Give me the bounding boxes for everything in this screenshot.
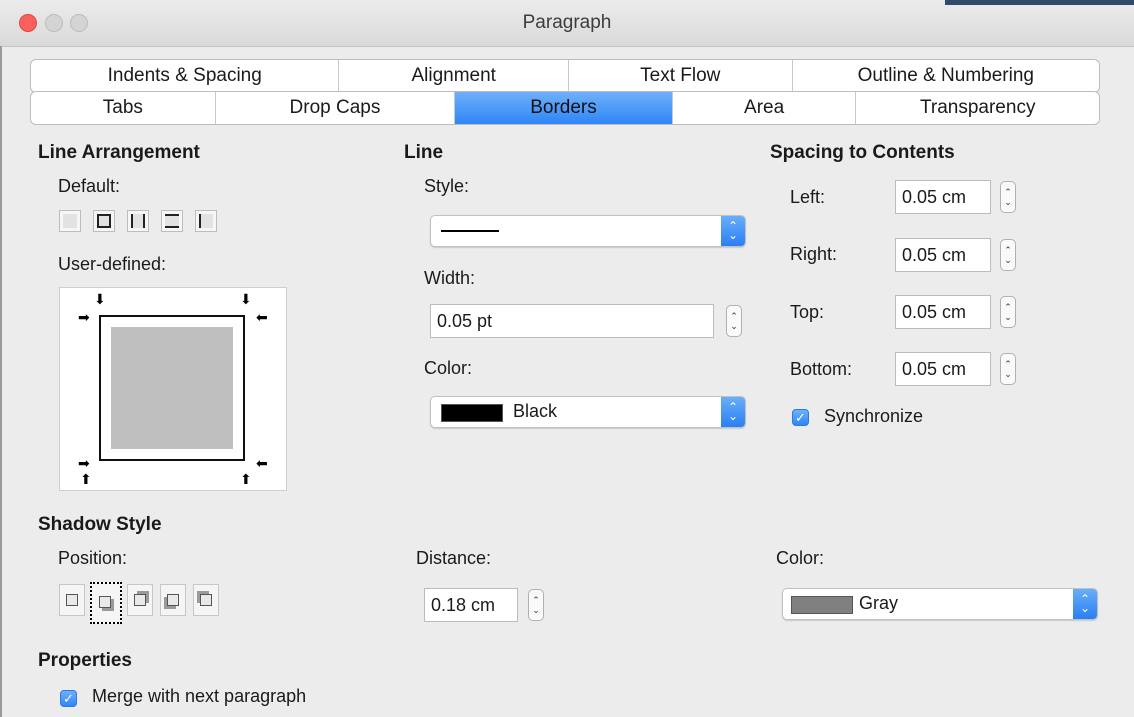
properties-heading: Properties bbox=[38, 650, 132, 671]
spacing-top-field[interactable]: 0.05 cm bbox=[895, 295, 991, 329]
spacing-left-field[interactable]: 0.05 cm bbox=[895, 180, 991, 214]
arrow-down-icon: ⬇ bbox=[94, 291, 106, 307]
spacing-heading: Spacing to Contents bbox=[770, 142, 955, 163]
arrow-left-icon: ⬅ bbox=[256, 309, 268, 325]
tab-indents-spacing[interactable]: Indents & Spacing bbox=[31, 60, 338, 92]
tab-borders[interactable]: Borders bbox=[454, 92, 672, 124]
width-label: Width: bbox=[424, 268, 476, 288]
shadow-bottom-right-option[interactable] bbox=[90, 582, 122, 624]
shadow-position-label: Position: bbox=[58, 548, 128, 568]
chevron-updown-icon: ⌃ ⌄ bbox=[721, 397, 745, 427]
shadow-none-option[interactable] bbox=[59, 584, 85, 616]
arrow-right-icon: ➡ bbox=[78, 455, 90, 471]
line-color-value: Black bbox=[513, 401, 558, 421]
shadow-top-right-icon bbox=[134, 594, 146, 606]
synchronize-label: Synchronize bbox=[824, 406, 924, 426]
spacing-bottom-label: Bottom: bbox=[790, 359, 853, 379]
title-bar: Paragraph bbox=[0, 0, 1134, 47]
spacing-right-label: Right: bbox=[790, 244, 838, 264]
chevron-updown-icon: ⌃ ⌄ bbox=[1073, 589, 1097, 619]
shadow-bottom-left-option[interactable] bbox=[160, 584, 186, 616]
synchronize-checkbox[interactable]: ✓ bbox=[792, 409, 809, 426]
preset-no-borders[interactable] bbox=[59, 210, 81, 232]
shadow-bottom-right-icon bbox=[99, 596, 111, 608]
shadow-none-icon bbox=[66, 594, 78, 606]
spacing-top-label: Top: bbox=[790, 302, 825, 322]
preset-no-borders-icon bbox=[63, 214, 77, 228]
tab-row-2: Tabs Drop Caps Borders Area Transparency bbox=[30, 91, 1100, 125]
spacing-top-stepper[interactable]: ⌃ ⌄ bbox=[1000, 296, 1016, 328]
line-width-field[interactable]: 0.05 pt bbox=[430, 304, 714, 338]
shadow-distance-label: Distance: bbox=[416, 548, 492, 568]
merge-checkbox[interactable]: ✓ bbox=[60, 690, 77, 707]
arrow-up-icon: ⬆ bbox=[80, 471, 92, 487]
line-arrangement-heading: Line Arrangement bbox=[38, 142, 200, 163]
line-style-preview bbox=[441, 230, 499, 232]
tab-row-1: Indents & Spacing Alignment Text Flow Ou… bbox=[30, 59, 1100, 93]
merge-label: Merge with next paragraph bbox=[92, 686, 307, 706]
tab-text-flow[interactable]: Text Flow bbox=[568, 60, 792, 92]
line-color-label: Color: bbox=[424, 358, 473, 378]
spacing-left-stepper[interactable]: ⌃ ⌄ bbox=[1000, 181, 1016, 213]
preset-left-right-icon bbox=[131, 214, 145, 228]
shadow-color-select[interactable]: Gray ⌃ ⌄ bbox=[782, 588, 1098, 620]
preset-left-icon bbox=[199, 214, 213, 228]
preview-border-frame bbox=[99, 315, 245, 461]
shadow-color-swatch bbox=[791, 596, 853, 614]
line-color-swatch bbox=[441, 404, 503, 422]
tab-area[interactable]: Area bbox=[671, 92, 856, 124]
spacing-right-stepper[interactable]: ⌃ ⌄ bbox=[1000, 239, 1016, 271]
shadow-top-left-icon bbox=[200, 594, 212, 606]
line-heading: Line bbox=[404, 142, 444, 163]
shadow-distance-stepper[interactable]: ⌃ ⌄ bbox=[528, 589, 544, 621]
arrow-down-icon: ⬇ bbox=[240, 291, 252, 307]
preset-left-border[interactable] bbox=[195, 210, 217, 232]
tab-tabs[interactable]: Tabs bbox=[31, 92, 215, 124]
spacing-bottom-stepper[interactable]: ⌃ ⌄ bbox=[1000, 353, 1016, 385]
spacing-bottom-field[interactable]: 0.05 cm bbox=[895, 352, 991, 386]
spacing-left-label: Left: bbox=[790, 187, 826, 207]
default-label: Default: bbox=[58, 176, 121, 196]
shadow-distance-field[interactable]: 0.18 cm bbox=[424, 588, 518, 622]
shadow-style-heading: Shadow Style bbox=[38, 514, 162, 535]
line-color-select[interactable]: Black ⌃ ⌄ bbox=[430, 396, 746, 428]
preset-outer-border-icon bbox=[97, 214, 111, 228]
tab-transparency[interactable]: Transparency bbox=[855, 92, 1099, 124]
line-style-select[interactable]: ⌃ ⌄ bbox=[430, 215, 746, 247]
spacing-right-field[interactable]: 0.05 cm bbox=[895, 238, 991, 272]
tab-alignment[interactable]: Alignment bbox=[338, 60, 568, 92]
shadow-top-left-option[interactable] bbox=[193, 584, 219, 616]
preset-left-right-borders[interactable] bbox=[127, 210, 149, 232]
preset-top-bottom-borders[interactable] bbox=[161, 210, 183, 232]
shadow-top-right-option[interactable] bbox=[127, 584, 153, 616]
shadow-bottom-left-icon bbox=[167, 594, 179, 606]
style-label: Style: bbox=[424, 176, 470, 196]
tab-outline-numbering[interactable]: Outline & Numbering bbox=[791, 60, 1099, 92]
chevron-updown-icon: ⌃ ⌄ bbox=[721, 216, 745, 246]
window-left-edge bbox=[0, 46, 2, 717]
arrow-right-icon: ➡ bbox=[78, 309, 90, 325]
shadow-color-value: Gray bbox=[859, 593, 899, 613]
user-defined-label: User-defined: bbox=[58, 254, 167, 274]
tab-drop-caps[interactable]: Drop Caps bbox=[214, 92, 455, 124]
user-defined-border-preview[interactable]: ⬇ ⬇ ➡ ⬅ ➡ ⬅ ⬆ ⬆ bbox=[59, 287, 287, 491]
line-width-stepper[interactable]: ⌃ ⌄ bbox=[726, 305, 742, 337]
shadow-color-label: Color: bbox=[776, 548, 825, 568]
background-window-strip bbox=[945, 0, 1134, 5]
preview-content-area bbox=[111, 327, 233, 449]
arrow-up-icon: ⬆ bbox=[240, 471, 252, 487]
window-title: Paragraph bbox=[522, 12, 612, 33]
preset-top-bottom-icon bbox=[165, 214, 179, 228]
preset-outer-border[interactable] bbox=[93, 210, 115, 232]
arrow-left-icon: ⬅ bbox=[256, 455, 268, 471]
